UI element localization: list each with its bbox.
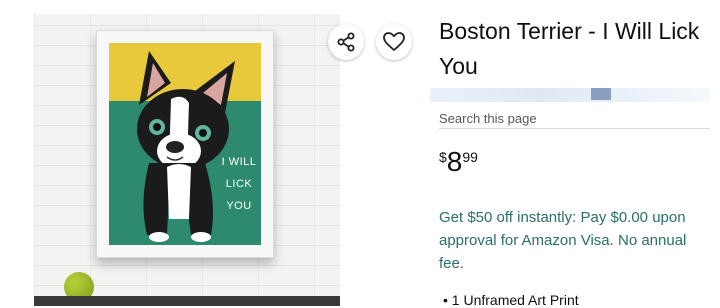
search-this-page-link[interactable]: Search this page [439,111,537,126]
share-icon [337,32,355,52]
obscured-rating-row [430,88,710,102]
poster-caption: I WILL LICK YOU [217,151,261,217]
section-divider [439,128,710,129]
price-currency-symbol: $ [439,149,447,165]
poster-art: I WILL LICK YOU [109,43,261,245]
price-whole: 8 [446,146,463,177]
price-fraction: 99 [462,149,478,165]
credit-card-promo-link[interactable]: Get $50 off instantly: Pay $0.00 upon ap… [439,206,714,275]
floor-strip [34,296,340,306]
poster-frame: I WILL LICK YOU [96,30,274,258]
obscured-rating-block [591,88,611,100]
share-button[interactable] [328,24,364,60]
heart-icon [383,32,405,51]
product-image[interactable]: I WILL LICK YOU [34,14,340,306]
poster-caption-line1: I WILL [221,156,257,168]
product-price: $899 [439,146,478,178]
product-title: Boston Terrier - I Will Lick You [439,18,700,79]
wishlist-button[interactable] [376,24,412,60]
poster-caption-line2: LICK YOU [225,178,253,212]
